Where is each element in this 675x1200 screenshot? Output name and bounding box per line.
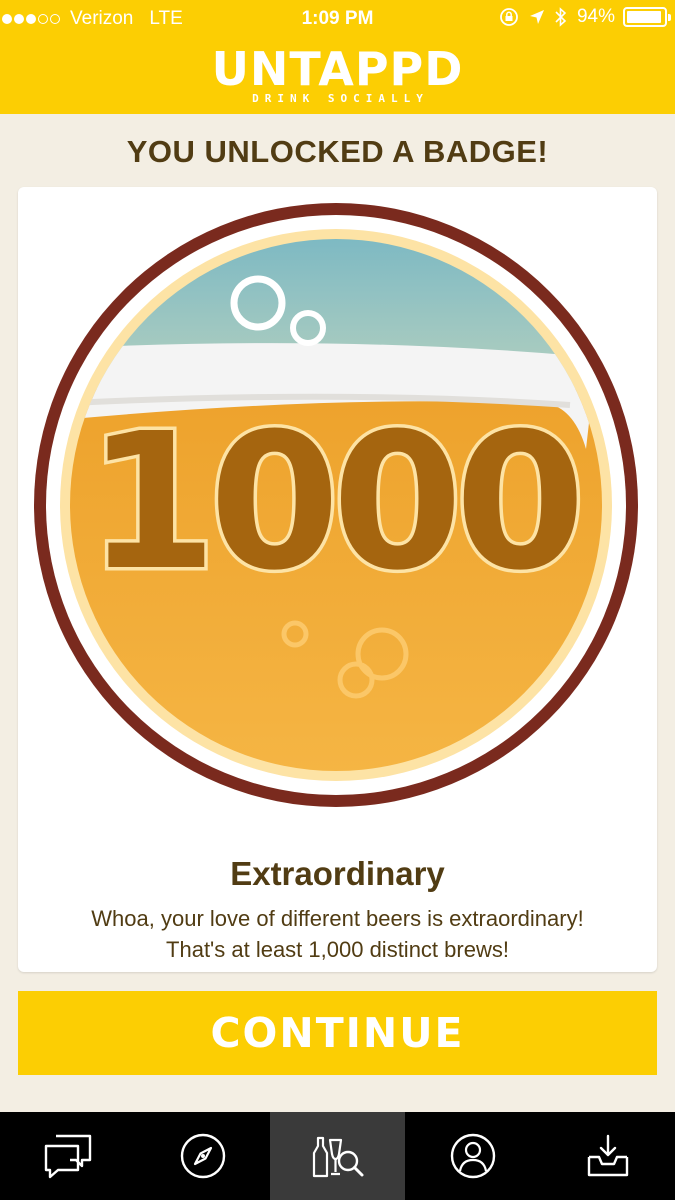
- untappd-logo: UNTAPPD DRINK SOCIALLY: [0, 44, 675, 105]
- profile-icon: [450, 1133, 495, 1179]
- badge-description-line-1: Whoa, your love of different beers is ex…: [91, 906, 584, 931]
- battery-icon: [623, 7, 671, 27]
- page-title: YOU UNLOCKED A BADGE!: [126, 134, 549, 169]
- badge-image: 1000: [34, 203, 638, 807]
- battery-level-fill: [627, 11, 661, 23]
- tab-beer-search[interactable]: [270, 1112, 405, 1200]
- location-arrow-icon: [529, 10, 544, 24]
- badge-description-line-2: That's at least 1,000 distinct brews!: [166, 937, 509, 962]
- bluetooth-icon: [555, 7, 567, 27]
- tab-inbox[interactable]: [540, 1112, 675, 1200]
- status-right: 94%: [489, 6, 671, 28]
- beer-search-icon: [312, 1136, 363, 1178]
- tab-discover[interactable]: [135, 1112, 270, 1200]
- tab-profile[interactable]: [405, 1112, 540, 1200]
- battery-percentage: 94%: [576, 6, 615, 27]
- inbox-icon: [587, 1134, 628, 1177]
- badge-card: 1000 Extraordinary Whoa, your love of di…: [18, 187, 657, 972]
- compass-icon: [180, 1133, 225, 1179]
- badge-name: Extraordinary: [230, 855, 445, 892]
- tab-activity[interactable]: [0, 1112, 135, 1200]
- rotation-lock-icon: [500, 8, 518, 26]
- app-header: Verizon LTE 1:09 PM 94% UNTAPPD DRINK SO…: [0, 0, 675, 114]
- tab-bar: [0, 1112, 675, 1200]
- logo-title: UNTAPPD: [211, 42, 464, 96]
- badge-number: 1000: [86, 393, 577, 612]
- continue-button[interactable]: CONTINUE: [18, 991, 657, 1075]
- status-bar: Verizon LTE 1:09 PM 94%: [0, 0, 675, 38]
- activity-feed-icon: [44, 1134, 91, 1179]
- logo-tagline: DRINK SOCIALLY: [252, 92, 429, 105]
- badge-description: Whoa, your love of different beers is ex…: [38, 903, 637, 965]
